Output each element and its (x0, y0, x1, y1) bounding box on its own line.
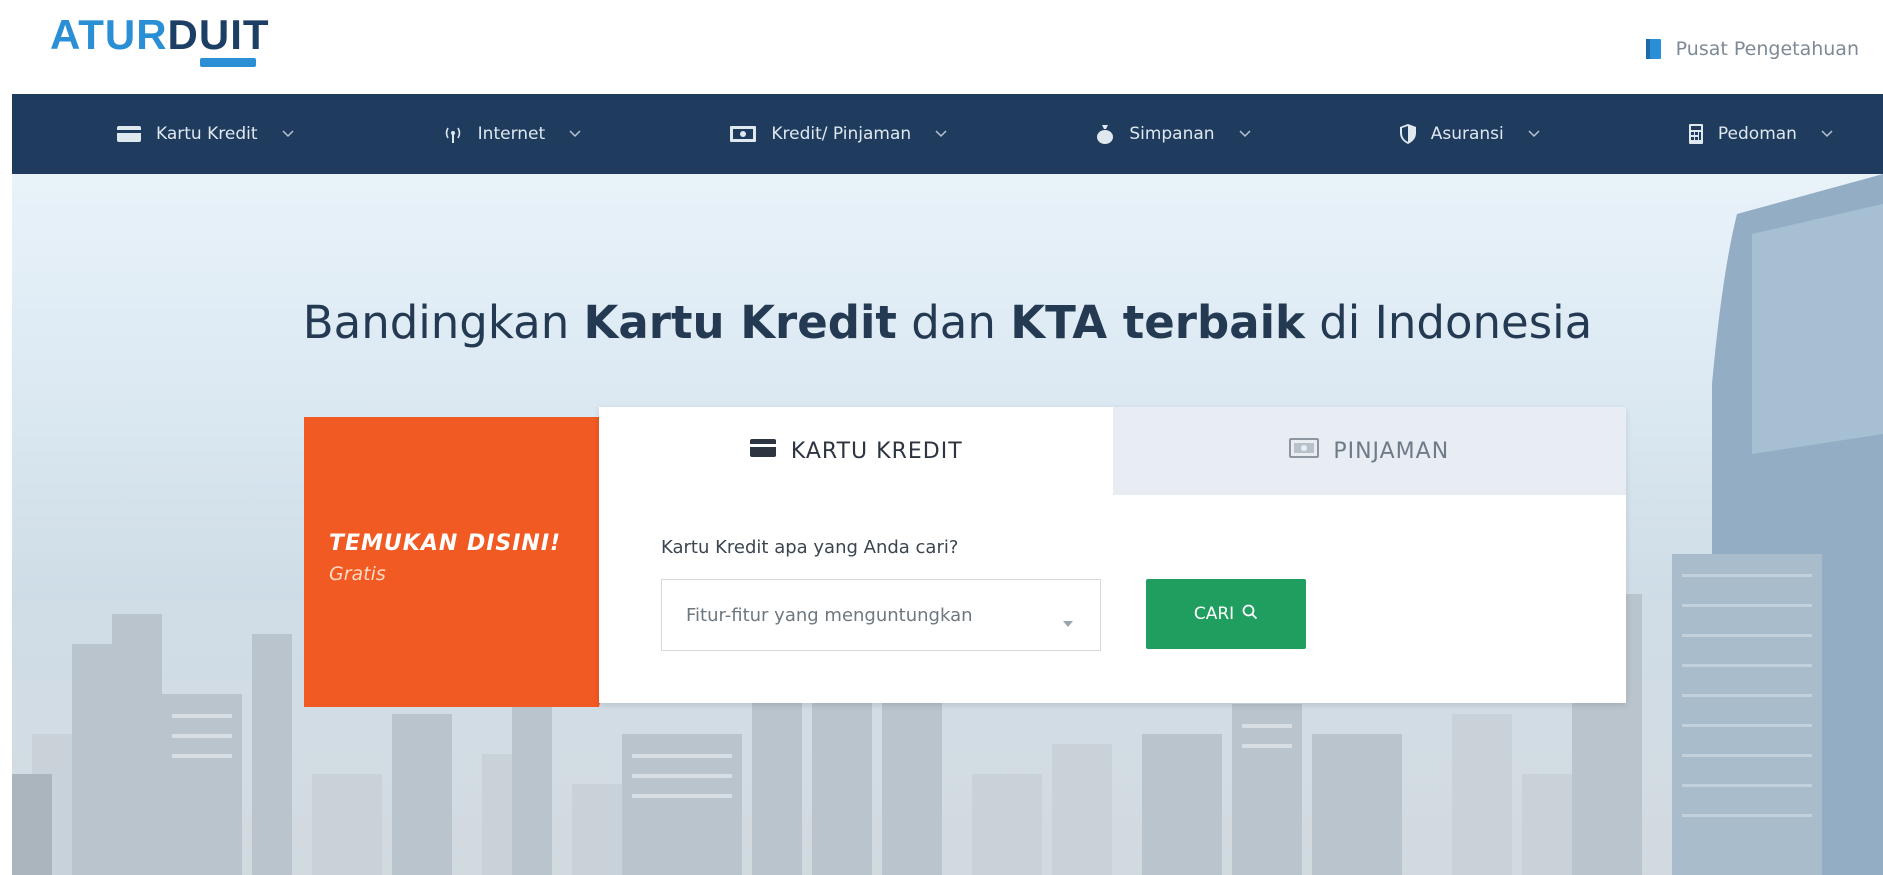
nav-item-internet[interactable]: Internet (442, 124, 582, 144)
tab-kartu-kredit[interactable]: KARTU KREDIT (599, 407, 1113, 495)
site-header: ATURDUIT Pusat Pengetahuan (0, 0, 1883, 94)
nav-item-label: Simpanan (1129, 124, 1215, 144)
nav-item-kartu-kredit[interactable]: Kartu Kredit (116, 124, 294, 144)
promo-banner-subtitle: Gratis (329, 563, 386, 585)
search-tabs: KARTU KREDIT PINJAMAN (599, 407, 1626, 495)
calculator-icon (1688, 123, 1704, 145)
nav-item-label: Internet (477, 124, 546, 144)
caret-down-icon (1062, 612, 1074, 633)
search-button[interactable]: CARI (1146, 579, 1306, 649)
nav-item-label: Asuransi (1430, 124, 1504, 144)
search-button-label: CARI (1193, 604, 1235, 624)
chevron-down-icon (281, 130, 294, 138)
search-icon (1242, 604, 1258, 625)
aturduit-logo[interactable]: ATURDUIT (50, 11, 270, 72)
shield-icon (1399, 123, 1417, 145)
feature-select-value: Fitur-fitur yang menguntungkan (686, 604, 973, 626)
chevron-down-icon (569, 130, 581, 138)
search-card: TEMUKAN DISINI! Gratis KARTU KREDIT PINJ… (304, 407, 1626, 707)
promo-banner-title: TEMUKAN DISINI! (329, 531, 562, 556)
chevron-down-icon (1528, 130, 1540, 138)
book-icon (1644, 38, 1664, 60)
knowledge-center-link[interactable]: Pusat Pengetahuan (1644, 38, 1859, 60)
credit-card-icon (116, 125, 142, 143)
hero-section: Bandingkan Kartu Kredit dan KTA terbaik … (12, 174, 1883, 875)
nav-item-label: Pedoman (1717, 124, 1797, 144)
logo-tag (200, 58, 256, 67)
wifi-signal-icon (442, 124, 464, 144)
tab-label: PINJAMAN (1333, 438, 1450, 464)
cash-icon (729, 125, 757, 143)
main-navigation: Kartu Kredit Internet Kredit/ Pinjaman S… (12, 94, 1883, 174)
logo-wordmark: ATURDUIT (50, 11, 270, 58)
nav-item-kredit-pinjaman[interactable]: Kredit/ Pinjaman (729, 124, 947, 144)
hero-headline: Bandingkan Kartu Kredit dan KTA terbaik … (302, 296, 1593, 349)
nav-item-pedoman[interactable]: Pedoman (1688, 123, 1833, 145)
search-panel: KARTU KREDIT PINJAMAN Kartu Kredit apa y… (599, 407, 1626, 703)
tab-pinjaman[interactable]: PINJAMAN (1112, 407, 1626, 495)
money-bag-icon (1095, 123, 1115, 145)
knowledge-center-label: Pusat Pengetahuan (1675, 38, 1859, 60)
nav-item-simpanan[interactable]: Simpanan (1095, 123, 1251, 145)
credit-card-icon (749, 438, 777, 464)
chevron-down-icon (935, 130, 947, 138)
chevron-down-icon (1239, 130, 1251, 138)
nav-item-label: Kredit/ Pinjaman (771, 124, 912, 144)
tab-label: KARTU KREDIT (790, 438, 963, 464)
feature-select[interactable]: Fitur-fitur yang menguntungkan (661, 579, 1101, 651)
nav-item-asuransi[interactable]: Asuransi (1399, 123, 1540, 145)
chevron-down-icon (1821, 130, 1833, 138)
promo-banner: TEMUKAN DISINI! Gratis (304, 417, 634, 707)
cash-icon (1289, 438, 1320, 464)
search-question-label: Kartu Kredit apa yang Anda cari? (661, 537, 959, 558)
nav-item-label: Kartu Kredit (156, 124, 258, 144)
